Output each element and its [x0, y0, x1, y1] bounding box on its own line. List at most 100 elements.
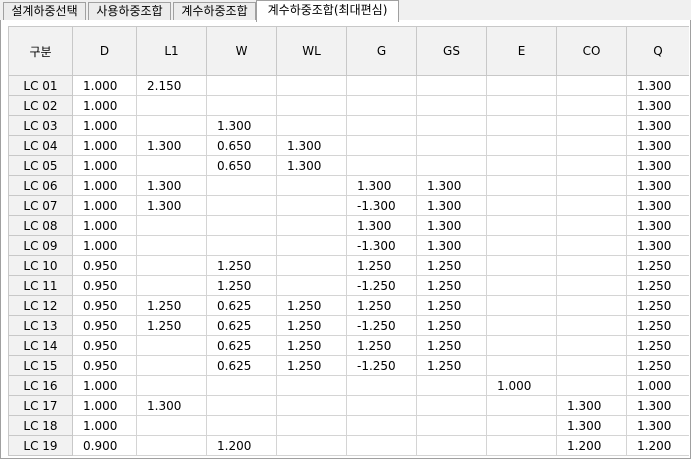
- row-header[interactable]: LC 19: [8, 435, 73, 456]
- table-row[interactable]: LC 18 1.000 1.300 1.300: [8, 415, 689, 436]
- grid-cell[interactable]: [136, 215, 207, 236]
- grid-cell[interactable]: 2.150: [136, 75, 207, 96]
- grid-cell[interactable]: 0.950: [72, 355, 137, 376]
- table-row[interactable]: LC 17 1.000 1.300 1.300 1.300: [8, 395, 689, 416]
- row-header[interactable]: LC 18: [8, 415, 73, 436]
- grid-cell[interactable]: [486, 315, 557, 336]
- grid-cell[interactable]: [486, 175, 557, 196]
- grid-cell[interactable]: 1.300: [136, 175, 207, 196]
- table-row[interactable]: LC 01 1.000 2.150 1.300: [8, 75, 689, 96]
- grid-cell[interactable]: [416, 415, 487, 436]
- grid-cell[interactable]: [346, 135, 417, 156]
- grid-cell[interactable]: [556, 375, 627, 396]
- grid-cell[interactable]: -1.250: [346, 315, 417, 336]
- table-row[interactable]: LC 06 1.000 1.300 1.300 1.300 1.300: [8, 175, 689, 196]
- row-header[interactable]: LC 11: [8, 275, 73, 296]
- grid-cell[interactable]: 1.250: [416, 295, 487, 316]
- grid-cell[interactable]: [276, 395, 347, 416]
- grid-cell[interactable]: 1.300: [626, 175, 689, 196]
- row-header[interactable]: LC 07: [8, 195, 73, 216]
- grid-cell[interactable]: [416, 395, 487, 416]
- grid-cell[interactable]: 1.250: [206, 255, 277, 276]
- grid-cell[interactable]: 1.300: [136, 395, 207, 416]
- grid-cell[interactable]: -1.250: [346, 275, 417, 296]
- grid-cell[interactable]: 1.200: [206, 435, 277, 456]
- grid-cell[interactable]: 1.300: [626, 75, 689, 96]
- grid-cell[interactable]: 1.300: [626, 415, 689, 436]
- grid-cell[interactable]: 1.250: [626, 335, 689, 356]
- grid-cell[interactable]: 0.950: [72, 295, 137, 316]
- grid-cell[interactable]: 1.250: [416, 315, 487, 336]
- grid-cell[interactable]: 1.300: [276, 135, 347, 156]
- table-row[interactable]: LC 04 1.000 1.300 0.650 1.300 1.300: [8, 135, 689, 156]
- grid-cell[interactable]: 0.950: [72, 315, 137, 336]
- table-row[interactable]: LC 19 0.900 1.200 1.200 1.200: [8, 435, 689, 456]
- grid-cell[interactable]: 1.300: [626, 195, 689, 216]
- grid-cell[interactable]: 1.000: [72, 375, 137, 396]
- table-row[interactable]: LC 16 1.000 1.000 1.000: [8, 375, 689, 396]
- grid-cell[interactable]: 1.250: [626, 295, 689, 316]
- grid-cell[interactable]: 0.650: [206, 155, 277, 176]
- grid-cell[interactable]: [206, 95, 277, 116]
- grid-cell[interactable]: [486, 135, 557, 156]
- grid-cell[interactable]: 1.250: [626, 315, 689, 336]
- grid-cell[interactable]: 1.000: [72, 415, 137, 436]
- grid-cell[interactable]: 1.000: [72, 235, 137, 256]
- grid-cell[interactable]: 1.200: [556, 435, 627, 456]
- grid-cell[interactable]: [206, 235, 277, 256]
- row-header[interactable]: LC 10: [8, 255, 73, 276]
- grid-cell[interactable]: 1.000: [72, 195, 137, 216]
- grid-cell[interactable]: [276, 195, 347, 216]
- grid-cell[interactable]: 1.000: [72, 115, 137, 136]
- table-row[interactable]: LC 10 0.950 1.250 1.250 1.250 1.250: [8, 255, 689, 276]
- grid-cell[interactable]: 1.000: [72, 395, 137, 416]
- grid-cell[interactable]: [556, 235, 627, 256]
- grid-cell[interactable]: 1.000: [72, 95, 137, 116]
- grid-cell[interactable]: [136, 155, 207, 176]
- grid-cell[interactable]: [556, 255, 627, 276]
- grid-cell[interactable]: [486, 215, 557, 236]
- grid-cell[interactable]: 1.000: [72, 75, 137, 96]
- grid-cell[interactable]: [346, 435, 417, 456]
- grid-cell[interactable]: [206, 415, 277, 436]
- grid-cell[interactable]: [206, 75, 277, 96]
- grid-cell[interactable]: 1.300: [626, 135, 689, 156]
- grid-cell[interactable]: [416, 435, 487, 456]
- grid-cell[interactable]: [556, 335, 627, 356]
- table-row[interactable]: LC 11 0.950 1.250 -1.250 1.250 1.250: [8, 275, 689, 296]
- grid-cell[interactable]: [416, 135, 487, 156]
- row-header[interactable]: LC 03: [8, 115, 73, 136]
- tab-service-load-combination[interactable]: 사용하중조합: [88, 2, 171, 21]
- grid-cell[interactable]: 0.950: [72, 275, 137, 296]
- grid-cell[interactable]: [136, 235, 207, 256]
- grid-cell[interactable]: [276, 275, 347, 296]
- tab-factored-load-combination-max-eccentricity[interactable]: 계수하중조합(최대편심): [256, 0, 399, 22]
- grid-cell[interactable]: [486, 255, 557, 276]
- grid-cell[interactable]: 1.300: [276, 155, 347, 176]
- grid-cell[interactable]: [346, 415, 417, 436]
- grid-cell[interactable]: 0.950: [72, 255, 137, 276]
- grid-cell[interactable]: 1.250: [276, 355, 347, 376]
- grid-cell[interactable]: 1.300: [556, 395, 627, 416]
- grid-cell[interactable]: [556, 195, 627, 216]
- grid-cell[interactable]: [556, 355, 627, 376]
- table-row[interactable]: LC 08 1.000 1.300 1.300 1.300: [8, 215, 689, 236]
- grid-cell[interactable]: [556, 275, 627, 296]
- grid-cell[interactable]: [486, 195, 557, 216]
- grid-cell[interactable]: [136, 95, 207, 116]
- grid-cell[interactable]: [556, 115, 627, 136]
- grid-cell[interactable]: 1.250: [346, 255, 417, 276]
- tab-factored-load-combination[interactable]: 계수하중조합: [173, 2, 256, 21]
- grid-cell[interactable]: [276, 115, 347, 136]
- grid-cell[interactable]: 0.625: [206, 335, 277, 356]
- grid-cell[interactable]: 1.000: [72, 215, 137, 236]
- grid-cell[interactable]: 1.300: [416, 195, 487, 216]
- table-row[interactable]: LC 05 1.000 0.650 1.300 1.300: [8, 155, 689, 176]
- column-header[interactable]: G: [346, 26, 417, 76]
- grid-cell[interactable]: 1.300: [136, 195, 207, 216]
- row-header[interactable]: LC 08: [8, 215, 73, 236]
- tab-design-load-select[interactable]: 설계하중선택: [3, 2, 86, 21]
- row-header[interactable]: LC 15: [8, 355, 73, 376]
- grid-cell[interactable]: 1.250: [416, 355, 487, 376]
- table-row[interactable]: LC 13 0.950 1.250 0.625 1.250 -1.250 1.250 1.25…: [8, 315, 689, 336]
